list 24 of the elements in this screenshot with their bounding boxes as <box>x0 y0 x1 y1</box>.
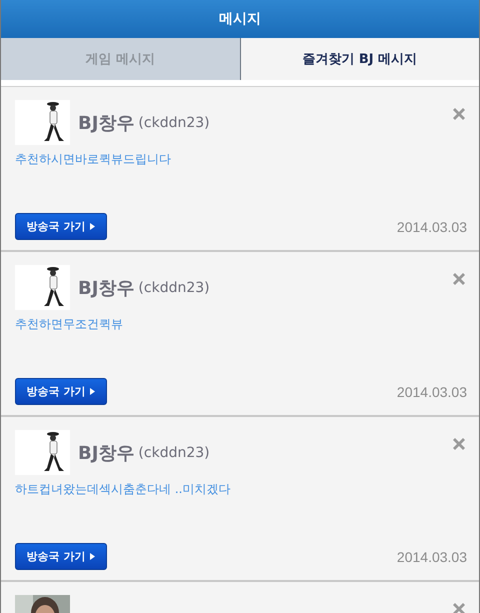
close-icon[interactable] <box>451 601 467 613</box>
message-text: 하트컵녀왔는데섹시춤춘다네 ..미치겠다 <box>15 481 232 498</box>
message-text: 추천하면무조건퀵뷰 <box>15 316 124 333</box>
close-icon[interactable] <box>451 436 467 452</box>
go-to-station-button[interactable]: 방송국 가기 <box>15 543 107 570</box>
go-to-station-button[interactable]: 방송국 가기 <box>15 213 107 240</box>
user-id: (ckddn23) <box>138 444 210 460</box>
message-date: 2014.03.03 <box>396 218 467 234</box>
caret-icon <box>90 223 96 230</box>
screen-title: 메시지 <box>219 10 261 28</box>
caret-icon <box>90 553 96 560</box>
broadcaster-name: BJ창우 <box>78 442 134 464</box>
close-icon[interactable] <box>451 271 467 287</box>
message-text: 추천하시면바로퀵뷰드립니다 <box>15 151 172 168</box>
user-id: (ckddn23) <box>138 114 210 130</box>
message-date: 2014.03.03 <box>396 548 467 564</box>
close-icon[interactable] <box>451 106 467 122</box>
go-to-station-button[interactable]: 방송국 가기 <box>15 378 107 405</box>
tab[interactable]: 즐겨찾기 BJ 메시지 <box>240 38 479 80</box>
broadcaster-name: BJ창우 <box>78 276 134 300</box>
message-date: 2014.03.03 <box>396 384 467 400</box>
broadcaster-name: BJ창우 <box>78 112 134 134</box>
user-id: (ckddn23) <box>138 280 210 296</box>
caret-icon <box>90 388 96 395</box>
